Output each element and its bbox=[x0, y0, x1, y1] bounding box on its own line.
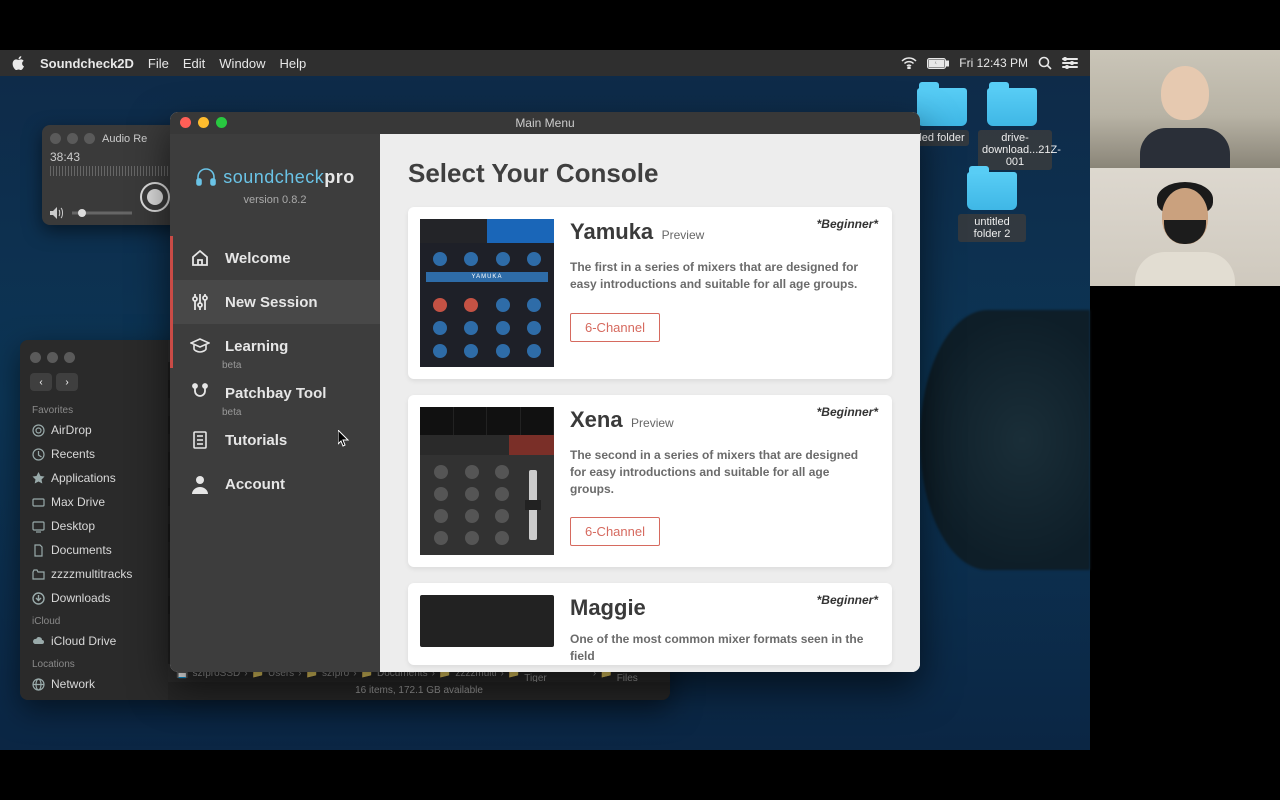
sidebar-maxdrive[interactable]: Max Drive bbox=[24, 490, 164, 514]
channel-tag[interactable]: 6-Channel bbox=[570, 313, 660, 342]
sidebar-network[interactable]: Network bbox=[24, 672, 164, 696]
forward-button[interactable]: › bbox=[56, 373, 78, 391]
control-center-icon[interactable] bbox=[1062, 57, 1078, 69]
zoom-button[interactable] bbox=[84, 133, 95, 144]
preview-label: Preview bbox=[662, 228, 705, 242]
channel-tag[interactable]: 6-Channel bbox=[570, 517, 660, 546]
apple-logo-icon[interactable] bbox=[12, 56, 26, 70]
app-brand: soundcheckpro version 0.8.2 bbox=[170, 166, 380, 206]
macos-menubar: Soundcheck2D File Edit Window Help Fri 1… bbox=[0, 50, 1090, 76]
window-title: Main Menu bbox=[515, 116, 574, 130]
page-heading: Select Your Console bbox=[408, 158, 892, 189]
user-icon bbox=[190, 474, 210, 494]
zoom-button[interactable] bbox=[216, 117, 227, 128]
zoom-button[interactable] bbox=[64, 352, 75, 363]
sidebar-applications[interactable]: Applications bbox=[24, 466, 164, 490]
console-desc: The second in a series of mixers that ar… bbox=[570, 447, 870, 497]
menubar-help[interactable]: Help bbox=[280, 56, 307, 71]
level-badge: *Beginner* bbox=[817, 405, 878, 419]
document-icon bbox=[190, 430, 210, 450]
patchbay-beta-label: beta bbox=[222, 407, 380, 418]
volume-slider[interactable] bbox=[72, 209, 132, 217]
mouse-cursor bbox=[338, 430, 350, 448]
menubar-clock[interactable]: Fri 12:43 PM bbox=[959, 56, 1028, 70]
soundcheck-main-window[interactable]: Main Menu soundcheckpro version 0.8.2 We… bbox=[170, 112, 920, 672]
menubar-app-name[interactable]: Soundcheck2D bbox=[40, 56, 134, 71]
locations-label: Locations bbox=[24, 653, 164, 672]
sidebar-recents[interactable]: Recents bbox=[24, 442, 164, 466]
nav-welcome[interactable]: Welcome bbox=[170, 236, 380, 280]
close-button[interactable] bbox=[180, 117, 191, 128]
sidebar-multitracks[interactable]: zzzzmultitracks bbox=[24, 562, 164, 586]
search-icon[interactable] bbox=[1038, 56, 1052, 70]
console-desc: One of the most common mixer formats see… bbox=[570, 631, 870, 665]
record-button-icon[interactable] bbox=[140, 182, 170, 212]
console-name: Xena bbox=[570, 407, 623, 433]
level-badge: *Beginner* bbox=[817, 593, 878, 607]
sidebar-downloads[interactable]: Downloads bbox=[24, 586, 164, 610]
console-name: Yamuka bbox=[570, 219, 653, 245]
desktop-folder[interactable]: drive-download...21Z-001 bbox=[978, 88, 1046, 170]
console-thumb: YAMUKA bbox=[420, 219, 554, 367]
nav-account[interactable]: Account bbox=[170, 462, 380, 506]
menubar-edit[interactable]: Edit bbox=[183, 56, 205, 71]
learning-beta-label: beta bbox=[222, 360, 380, 371]
console-card-yamuka[interactable]: YAMUKA *Beginner* Yamuka Preview The fir… bbox=[408, 207, 892, 379]
menubar-window[interactable]: Window bbox=[219, 56, 265, 71]
app-version: version 0.8.2 bbox=[170, 194, 380, 206]
icloud-label: iCloud bbox=[24, 610, 164, 629]
audio-window-title: Audio Re bbox=[102, 133, 147, 145]
favorites-label: Favorites bbox=[24, 399, 164, 418]
wifi-icon[interactable] bbox=[901, 57, 917, 69]
webcam-panel-2 bbox=[1090, 168, 1280, 286]
home-icon bbox=[190, 248, 210, 268]
minimize-button[interactable] bbox=[47, 352, 58, 363]
app-sidebar: soundcheckpro version 0.8.2 Welcome New … bbox=[170, 134, 380, 672]
level-badge: *Beginner* bbox=[817, 217, 878, 231]
sidebar-icloud[interactable]: iCloud Drive bbox=[24, 629, 164, 653]
console-name: Maggie bbox=[570, 595, 646, 621]
minimize-button[interactable] bbox=[198, 117, 209, 128]
cable-icon bbox=[190, 383, 210, 403]
webcam-panel-1 bbox=[1090, 50, 1280, 168]
console-desc: The first in a series of mixers that are… bbox=[570, 259, 870, 293]
sidebar-airdrop[interactable]: AirDrop bbox=[24, 418, 164, 442]
console-card-maggie[interactable]: *Beginner* Maggie One of the most common… bbox=[408, 583, 892, 665]
sidebar-desktop[interactable]: Desktop bbox=[24, 514, 164, 538]
battery-icon[interactable] bbox=[927, 58, 949, 69]
preview-label: Preview bbox=[631, 416, 674, 430]
sidebar-documents[interactable]: Documents bbox=[24, 538, 164, 562]
finder-status: 16 items, 172.1 GB available bbox=[168, 682, 670, 700]
menubar-file[interactable]: File bbox=[148, 56, 169, 71]
close-button[interactable] bbox=[50, 133, 61, 144]
desktop-folder[interactable]: untitled folder 2 bbox=[958, 172, 1026, 242]
console-thumb bbox=[420, 595, 554, 647]
console-thumb bbox=[420, 407, 554, 555]
app-content: Select Your Console YAMUKA *Beginner* Ya… bbox=[380, 134, 920, 672]
close-button[interactable] bbox=[30, 352, 41, 363]
minimize-button[interactable] bbox=[67, 133, 78, 144]
sliders-icon bbox=[190, 292, 210, 312]
headphones-icon bbox=[195, 166, 217, 188]
back-button[interactable]: ‹ bbox=[30, 373, 52, 391]
nav-new-session[interactable]: New Session bbox=[170, 280, 380, 324]
volume-icon[interactable] bbox=[50, 207, 64, 219]
graduation-icon bbox=[190, 336, 210, 356]
console-card-xena[interactable]: *Beginner* Xena Preview The second in a … bbox=[408, 395, 892, 567]
